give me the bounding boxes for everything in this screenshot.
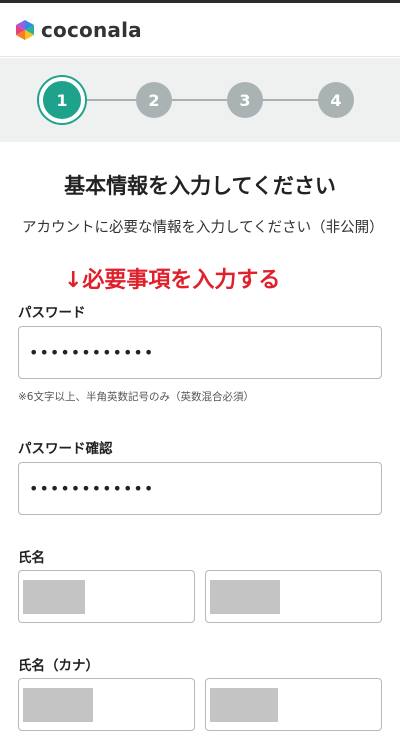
redacted-block xyxy=(210,688,278,722)
password-confirm-label: パスワード確認 xyxy=(18,441,113,457)
password-label: パスワード xyxy=(18,305,86,321)
progress-stepper: 1 2 3 4 xyxy=(0,58,400,142)
first-name-kana-input[interactable] xyxy=(205,678,382,731)
step-4: 4 xyxy=(318,82,354,118)
last-name-kana-input[interactable] xyxy=(18,678,195,731)
step-3: 3 xyxy=(227,82,263,118)
coconala-logo-icon[interactable] xyxy=(14,19,36,41)
step-2: 2 xyxy=(136,82,172,118)
password-hint: ※6文字以上、半角英数記号のみ（英数混合必須） xyxy=(18,391,254,403)
app-header: coconala xyxy=(0,3,400,57)
page-title: 基本情報を入力してください xyxy=(64,174,336,198)
redacted-block xyxy=(23,580,85,614)
instruction-annotation: ↓必要事項を入力する xyxy=(64,268,281,293)
password-input[interactable]: •••••••••••• xyxy=(18,326,382,379)
name-kana-label: 氏名（カナ） xyxy=(18,658,99,674)
logo-text[interactable]: coconala xyxy=(41,18,142,42)
stepper-line xyxy=(86,99,332,101)
password-confirm-input[interactable]: •••••••••••• xyxy=(18,462,382,515)
first-name-input[interactable] xyxy=(205,570,382,623)
redacted-block xyxy=(210,580,280,614)
name-label: 氏名 xyxy=(18,550,45,566)
last-name-input[interactable] xyxy=(18,570,195,623)
redacted-block xyxy=(23,688,93,722)
page-subtitle: アカウントに必要な情報を入力してください（非公開） xyxy=(22,220,384,236)
step-1: 1 xyxy=(39,77,85,123)
